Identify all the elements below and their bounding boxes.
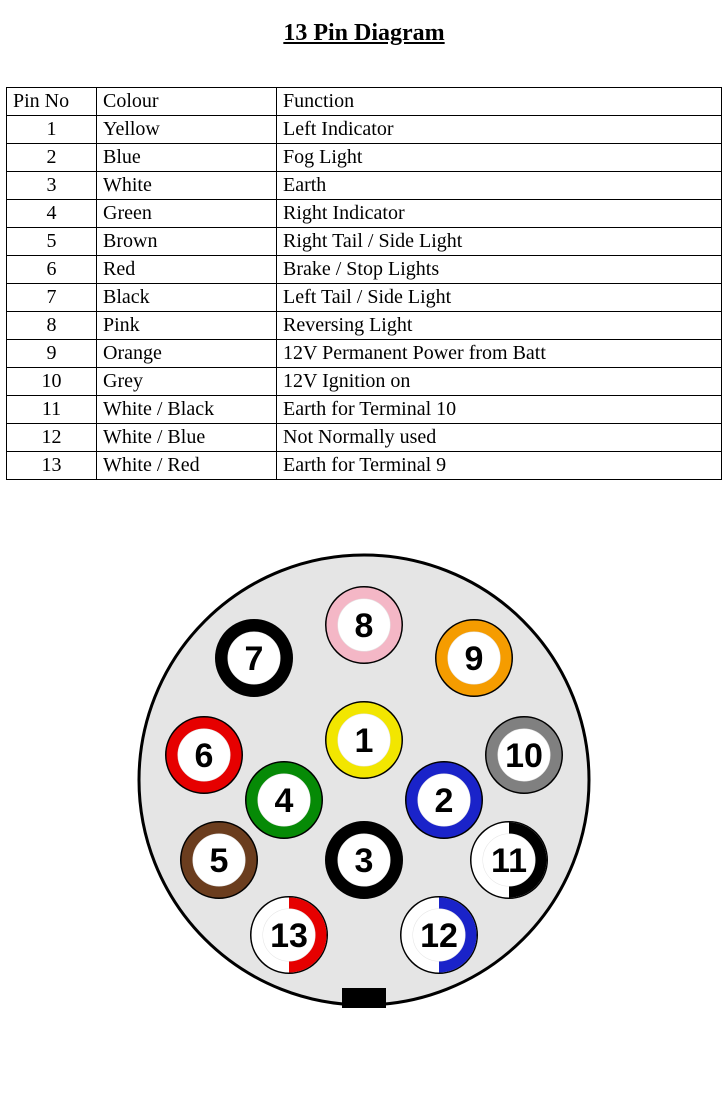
table-row: 7BlackLeft Tail / Side Light [7,284,722,312]
cell-pin-no: 12 [7,424,97,452]
cell-colour: White / Black [97,396,277,424]
cell-pin-no: 7 [7,284,97,312]
page: 13 Pin Diagram Pin No Colour Function 1Y… [0,0,728,1107]
connector-diagram-wrap: 12345678910111213 [0,540,728,1020]
cell-pin-no: 2 [7,144,97,172]
table-row: 12White / BlueNot Normally used [7,424,722,452]
cell-colour: White [97,172,277,200]
pin-13: 13 [251,897,327,973]
cell-function: Right Indicator [277,200,722,228]
cell-pin-no: 9 [7,340,97,368]
pin-label: 10 [505,737,543,775]
cell-pin-no: 3 [7,172,97,200]
pin-label: 4 [275,782,294,820]
cell-pin-no: 13 [7,452,97,480]
cell-pin-no: 10 [7,368,97,396]
cell-function: Brake / Stop Lights [277,256,722,284]
pin-12: 12 [401,897,477,973]
cell-colour: Brown [97,228,277,256]
cell-colour: Blue [97,144,277,172]
pin-1: 1 [326,702,402,778]
cell-colour: Black [97,284,277,312]
pin-2: 2 [406,762,482,838]
pin-6: 6 [166,717,242,793]
pin-label: 5 [210,842,229,880]
pin-label: 1 [355,722,374,760]
pin-11: 11 [471,822,547,898]
cell-colour: White / Blue [97,424,277,452]
table-row: 8PinkReversing Light [7,312,722,340]
pin-table: Pin No Colour Function 1YellowLeft Indic… [6,87,722,480]
pin-label: 7 [245,640,264,678]
cell-colour: Red [97,256,277,284]
cell-colour: Orange [97,340,277,368]
cell-pin-no: 5 [7,228,97,256]
cell-colour: Pink [97,312,277,340]
connector-notch [342,988,386,1008]
pin-label: 13 [270,917,308,955]
cell-function: 12V Ignition on [277,368,722,396]
pin-8: 8 [326,587,402,663]
cell-pin-no: 8 [7,312,97,340]
cell-function: Not Normally used [277,424,722,452]
table-row: 6RedBrake / Stop Lights [7,256,722,284]
pin-label: 11 [491,842,527,880]
pin-7: 7 [216,620,292,696]
cell-function: Left Indicator [277,116,722,144]
cell-colour: Yellow [97,116,277,144]
pin-label: 8 [355,607,374,645]
cell-function: Earth for Terminal 9 [277,452,722,480]
cell-pin-no: 6 [7,256,97,284]
cell-function: Left Tail / Side Light [277,284,722,312]
cell-pin-no: 1 [7,116,97,144]
cell-pin-no: 4 [7,200,97,228]
table-row: 2BlueFog Light [7,144,722,172]
cell-function: Right Tail / Side Light [277,228,722,256]
pin-4: 4 [246,762,322,838]
cell-colour: Grey [97,368,277,396]
cell-colour: White / Red [97,452,277,480]
cell-function: 12V Permanent Power from Batt [277,340,722,368]
pin-label: 2 [435,782,454,820]
cell-colour: Green [97,200,277,228]
page-title: 13 Pin Diagram [0,20,728,47]
header-colour: Colour [97,88,277,116]
cell-pin-no: 11 [7,396,97,424]
table-row: 10Grey12V Ignition on [7,368,722,396]
table-row: 13White / RedEarth for Terminal 9 [7,452,722,480]
table-header-row: Pin No Colour Function [7,88,722,116]
pin-10: 10 [486,717,562,793]
cell-function: Fog Light [277,144,722,172]
table-row: 11White / BlackEarth for Terminal 10 [7,396,722,424]
pin-label: 12 [420,917,458,955]
table-row: 9Orange12V Permanent Power from Batt [7,340,722,368]
pin-9: 9 [436,620,512,696]
table-row: 4GreenRight Indicator [7,200,722,228]
header-pin: Pin No [7,88,97,116]
table-row: 1YellowLeft Indicator [7,116,722,144]
header-func: Function [277,88,722,116]
pin-label: 6 [195,737,214,775]
pin-5: 5 [181,822,257,898]
connector-diagram: 12345678910111213 [124,540,604,1020]
cell-function: Earth for Terminal 10 [277,396,722,424]
table-row: 5BrownRight Tail / Side Light [7,228,722,256]
table-row: 3WhiteEarth [7,172,722,200]
pin-label: 9 [465,640,484,678]
pin-label: 3 [355,842,374,880]
cell-function: Reversing Light [277,312,722,340]
cell-function: Earth [277,172,722,200]
pin-3: 3 [326,822,402,898]
